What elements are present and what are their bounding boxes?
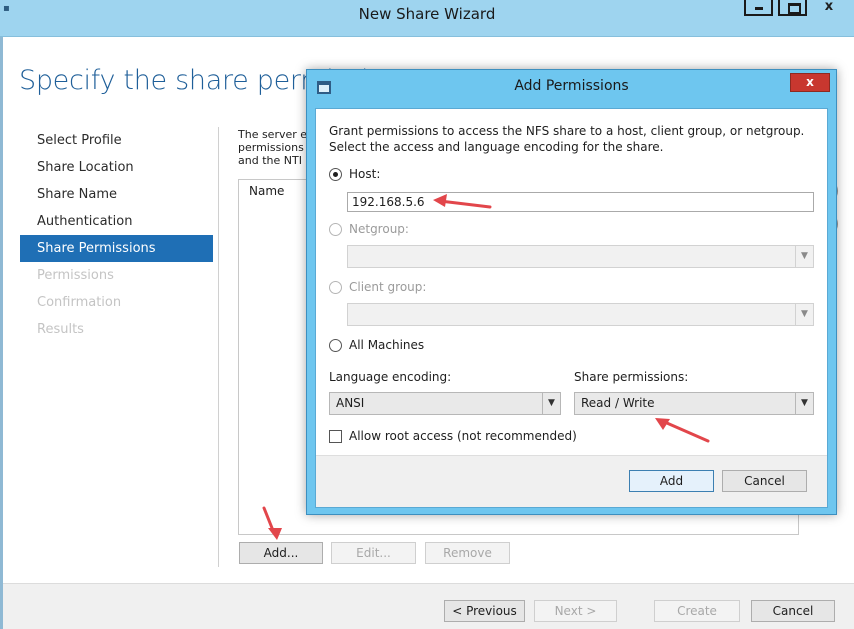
column-header-name[interactable]: Name — [249, 184, 284, 198]
dialog-body: Grant permissions to access the NFS shar… — [315, 108, 828, 508]
host-radio[interactable] — [329, 167, 342, 181]
client-group-radio[interactable] — [329, 280, 342, 294]
maximize-icon[interactable] — [778, 0, 807, 16]
chevron-down-icon[interactable]: ▼ — [795, 393, 813, 414]
wizard-steps: Select Profile Share Location Share Name… — [20, 127, 213, 343]
language-encoding-value: ANSI — [336, 396, 365, 410]
dialog-cancel-button[interactable]: Cancel — [722, 470, 807, 492]
next-button: Next > — [534, 600, 617, 622]
all-machines-option[interactable]: All Machines — [329, 338, 424, 352]
host-label: Host: — [349, 167, 381, 181]
step-results: Results — [37, 322, 84, 337]
netgroup-label: Netgroup: — [349, 222, 409, 236]
share-permissions-value: Read / Write — [581, 396, 655, 410]
previous-button[interactable]: < Previous — [444, 600, 525, 622]
host-input[interactable]: 192.168.5.6 — [347, 192, 814, 212]
chevron-down-icon: ▼ — [795, 304, 813, 325]
window-border — [0, 37, 3, 629]
root-access-option[interactable]: Allow root access (not recommended) — [329, 429, 577, 443]
client-group-option[interactable]: Client group: — [329, 280, 426, 294]
add-button[interactable]: Add... — [239, 542, 323, 564]
all-machines-label: All Machines — [349, 338, 425, 352]
share-permissions-select[interactable]: Read / Write ▼ — [574, 392, 814, 415]
chevron-down-icon[interactable]: ▼ — [542, 393, 560, 414]
step-select-profile[interactable]: Select Profile — [20, 127, 213, 154]
dialog-title: Add Permissions — [514, 78, 629, 94]
client-group-select: ▼ — [347, 303, 814, 326]
create-button: Create — [654, 600, 740, 622]
netgroup-select: ▼ — [347, 245, 814, 268]
step-share-permissions[interactable]: Share Permissions — [20, 235, 213, 262]
all-machines-radio[interactable] — [329, 338, 342, 352]
netgroup-option[interactable]: Netgroup: — [329, 222, 409, 236]
minimize-icon[interactable] — [744, 0, 773, 16]
wizard-titlebar: ▪ New Share Wizard x — [0, 0, 854, 37]
step-confirmation: Confirmation — [37, 295, 122, 310]
step-share-location[interactable]: Share Location — [20, 154, 213, 181]
cancel-button[interactable]: Cancel — [751, 600, 835, 622]
add-permissions-dialog: Add Permissions x Grant permissions to a… — [306, 69, 837, 515]
dialog-intro: Grant permissions to access the NFS shar… — [329, 124, 805, 154]
language-encoding-label: Language encoding: — [329, 370, 452, 384]
dialog-close-icon[interactable]: x — [790, 73, 830, 92]
dialog-add-button[interactable]: Add — [629, 470, 714, 492]
chevron-down-icon: ▼ — [795, 246, 813, 267]
dialog-footer: Add Cancel — [316, 455, 827, 507]
remove-button: Remove — [425, 542, 510, 564]
step-permissions: Permissions — [37, 268, 114, 283]
wizard-title: New Share Wizard — [358, 5, 496, 23]
share-permissions-label: Share permissions: — [574, 370, 689, 384]
host-option[interactable]: Host: — [329, 167, 380, 181]
client-group-label: Client group: — [349, 280, 427, 294]
edit-button: Edit... — [331, 542, 416, 564]
step-share-name[interactable]: Share Name — [20, 181, 213, 208]
language-encoding-select[interactable]: ANSI ▼ — [329, 392, 561, 415]
root-access-checkbox[interactable] — [329, 429, 342, 443]
root-access-label: Allow root access (not recommended) — [349, 429, 577, 443]
close-icon[interactable]: x — [812, 0, 846, 16]
netgroup-radio[interactable] — [329, 222, 342, 236]
step-authentication[interactable]: Authentication — [20, 208, 213, 235]
window-controls: x — [739, 0, 846, 16]
steps-divider — [218, 127, 219, 567]
